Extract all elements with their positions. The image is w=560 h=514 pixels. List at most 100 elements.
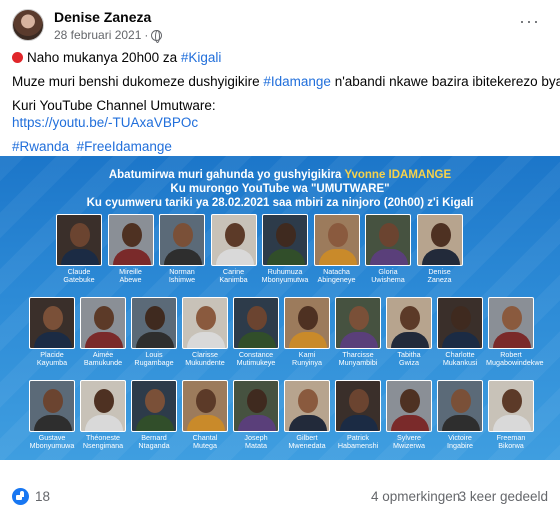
globe-icon — [151, 29, 163, 43]
post-text: Naho mukanya 20h00 za #Kigali Muze muri … — [12, 49, 560, 155]
post-footer: 18 4 opmerkingen 3 keer gedeeld — [12, 488, 548, 506]
guest-name: Freeman Bikorwa — [486, 434, 536, 450]
guest-last-name: Mbonyumuwa — [29, 441, 75, 450]
guest-photo — [335, 380, 381, 432]
guest-name: Louis Rugambage — [129, 351, 179, 367]
post-date[interactable]: 28 februari 2021 — [54, 28, 141, 42]
guest-card: Constance Mutimukeye — [231, 297, 281, 367]
guest-photo — [262, 214, 308, 266]
text-line-3: Kuri YouTube Channel Umutware: — [12, 98, 216, 113]
guest-card: Mireille Abewe — [106, 214, 156, 284]
guest-last-name: Kayumba — [36, 358, 68, 367]
guest-photo — [437, 380, 483, 432]
share-count[interactable]: 3 keer gedeeld — [459, 489, 548, 504]
poster-line-3: Ku cyumweru tariki ya 28.02.2021 saa mbi… — [86, 197, 474, 209]
guest-last-name: Habamenshi — [337, 441, 379, 450]
guest-last-name: Mutega — [193, 441, 217, 450]
like-icon[interactable] — [12, 488, 29, 505]
guest-name: Bernard Ntaganda — [129, 434, 179, 450]
guest-last-name: Abewe — [119, 275, 142, 284]
guest-last-name: Abingeneye — [317, 275, 356, 284]
author-avatar[interactable] — [12, 9, 44, 41]
text-line-2-suffix: n'abandi nkawe bazira ibitekerezo byabo. — [330, 74, 560, 89]
guest-card: Victoire Ingabire — [435, 380, 485, 450]
guest-card: Placide Kayumba — [27, 297, 77, 367]
guest-name: Victoire Ingabire — [435, 434, 485, 450]
guest-name: Sylvere Mwizerwa — [384, 434, 434, 450]
guest-last-name: Mutimukeye — [236, 358, 276, 367]
guest-photo — [313, 214, 360, 266]
guest-photo — [29, 297, 75, 349]
guest-photo — [488, 380, 534, 432]
guest-name: Ruhumuza Mbonyumutwa — [260, 268, 310, 284]
guest-last-name: Bikorwa — [498, 441, 524, 450]
guest-last-name: Nsengimana — [82, 441, 124, 450]
guest-name: Placide Kayumba — [27, 351, 77, 367]
guest-last-name: Mukundente — [185, 358, 225, 367]
guest-card: Norman Ishimwe — [157, 214, 207, 284]
comment-count[interactable]: 4 opmerkingen — [371, 489, 460, 504]
guest-name: Denise Zaneza — [415, 268, 465, 284]
guest-last-name: Ishimwe — [168, 275, 196, 284]
guest-name: Tabitha Gwiza — [384, 351, 434, 367]
poster-line-1: Abatumirwa muri gahunda yo gushyigikira … — [0, 169, 560, 181]
guest-last-name: Mbonyumutwa — [261, 275, 309, 284]
guest-last-name: Gwiza — [399, 358, 419, 367]
guest-photo — [210, 214, 257, 266]
guest-last-name: Kanimba — [219, 275, 248, 284]
hashtag-freeidamange[interactable]: #FreeIdamange — [77, 139, 172, 154]
guest-name: Patrick Habamenshi — [333, 434, 383, 450]
guest-card: Clarisse Mukundente — [180, 297, 230, 367]
hashtag-rwanda[interactable]: #Rwanda — [12, 139, 69, 154]
guest-photo — [233, 297, 279, 349]
guest-name: Robert Mugabowindekwe — [486, 351, 544, 367]
post-header: Denise Zaneza 28 februari 2021 · ··· — [12, 9, 548, 45]
guest-photo — [29, 380, 75, 432]
post-image[interactable]: Abatumirwa muri gahunda yo gushyigikira … — [0, 156, 560, 460]
guest-last-name: Mwenedata — [288, 441, 326, 450]
guest-last-name: Mukankusi — [442, 358, 478, 367]
post-meta: 28 februari 2021 · — [54, 28, 163, 43]
text-line-1-prefix: Naho mukanya 20h00 za — [27, 50, 181, 65]
guest-card: Théoneste Nsengimana — [78, 380, 128, 450]
guest-card: Robert Mugabowindekwe — [486, 297, 544, 367]
youtube-link[interactable]: https://youtu.be/-TUAxaVBPOc — [12, 115, 198, 130]
guest-card: Carine Kanimba — [209, 214, 259, 284]
like-count[interactable]: 18 — [35, 489, 50, 504]
guest-name: Gustave Mbonyumuwa — [27, 434, 77, 450]
guest-photo — [159, 214, 205, 266]
guest-photo — [365, 214, 411, 266]
guest-photo — [107, 214, 154, 266]
guest-last-name: Uwishema — [371, 275, 405, 284]
poster-line-2: Ku murongo YouTube wa "UMUTWARE" — [170, 183, 390, 195]
hashtag-kigali[interactable]: #Kigali — [181, 50, 222, 65]
guest-last-name: Ntaganda — [138, 441, 170, 450]
guest-name: Aimée Bamukunde — [78, 351, 128, 367]
guest-photo — [131, 297, 177, 349]
hashtag-idamange[interactable]: #Idamange — [263, 74, 331, 89]
guest-card: Charlotte Mukankusi — [435, 297, 485, 367]
guest-card: Sylvere Mwizerwa — [384, 380, 434, 450]
guest-card: Louis Rugambage — [129, 297, 179, 367]
author-name[interactable]: Denise Zaneza — [54, 9, 151, 25]
guest-photo — [437, 297, 483, 349]
guest-last-name: Bamukunde — [83, 358, 123, 367]
guest-name: Carine Kanimba — [209, 268, 259, 284]
guest-name: Kami Runyinya — [282, 351, 332, 367]
guest-card: Gilbert Mwenedata — [282, 380, 332, 450]
guest-photo — [386, 297, 432, 349]
guest-card: Tabitha Gwiza — [384, 297, 434, 367]
guest-card: Freeman Bikorwa — [486, 380, 536, 450]
guest-name: Gloria Uwishema — [363, 268, 413, 284]
guest-card: Gustave Mbonyumuwa — [27, 380, 77, 450]
guest-photo — [233, 380, 279, 432]
guest-card: Denise Zaneza — [415, 214, 465, 284]
guest-card: Aimée Bamukunde — [78, 297, 128, 367]
guest-photo — [56, 214, 102, 266]
red-circle-icon — [12, 52, 23, 63]
guest-card: Ruhumuza Mbonyumutwa — [260, 214, 310, 284]
guest-card: Kami Runyinya — [282, 297, 332, 367]
guest-photo — [131, 380, 177, 432]
more-options-icon[interactable]: ··· — [519, 11, 540, 32]
guest-card: Claude Gatebuke — [54, 214, 104, 284]
